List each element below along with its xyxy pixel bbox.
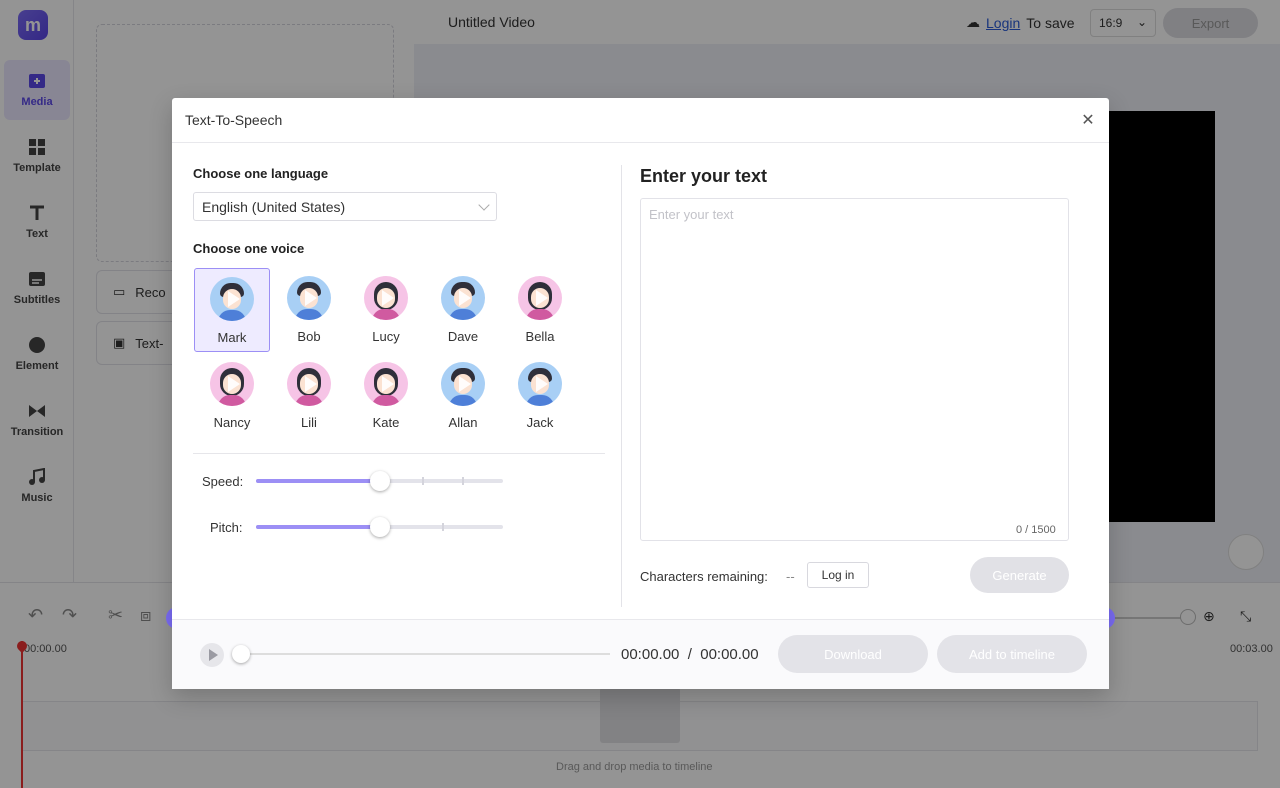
- avatar-body: [526, 395, 554, 406]
- voice-option-bob[interactable]: Bob: [271, 268, 347, 352]
- modal-title: Text-To-Speech: [185, 112, 283, 128]
- characters-remaining-value: --: [786, 569, 795, 584]
- language-label: Choose one language: [193, 166, 329, 181]
- avatar: [287, 276, 331, 320]
- audio-progress-bar[interactable]: [232, 645, 610, 663]
- avatar: [364, 276, 408, 320]
- play-icon[interactable]: [382, 376, 394, 392]
- language-select[interactable]: English (United States): [193, 192, 497, 221]
- voice-name: Bob: [297, 329, 321, 344]
- text-to-speech-modal: Text-To-Speech ✕ Choose one language Eng…: [172, 98, 1109, 689]
- avatar: [441, 362, 485, 406]
- avatar: [287, 362, 331, 406]
- avatar-body: [218, 395, 246, 406]
- download-button[interactable]: Download: [778, 635, 928, 673]
- speed-slider-fill: [256, 479, 380, 483]
- char-count: 0 / 1500: [1016, 524, 1056, 536]
- play-icon[interactable]: [228, 291, 240, 307]
- avatar: [518, 362, 562, 406]
- play-icon[interactable]: [382, 290, 394, 306]
- voice-name: Mark: [217, 330, 247, 345]
- voice-option-lili[interactable]: Lili: [271, 354, 347, 438]
- audio-time: 00:00.00 / 00:00.00: [621, 646, 759, 663]
- avatar-body: [526, 309, 554, 320]
- add-to-timeline-button[interactable]: Add to timeline: [937, 635, 1087, 673]
- slider-tick: [442, 523, 444, 531]
- avatar: [441, 276, 485, 320]
- column-divider: [621, 165, 622, 607]
- play-icon[interactable]: [305, 290, 317, 306]
- voice-name: Allan: [448, 415, 478, 430]
- play-icon[interactable]: [459, 376, 471, 392]
- voice-option-kate[interactable]: Kate: [348, 354, 424, 438]
- voice-name: Kate: [372, 415, 400, 430]
- avatar-body: [295, 309, 323, 320]
- slider-tick: [462, 477, 464, 485]
- play-icon[interactable]: [459, 290, 471, 306]
- voice-option-allan[interactable]: Allan: [425, 354, 501, 438]
- text-input[interactable]: [640, 198, 1069, 541]
- audio-progress-knob[interactable]: [232, 645, 250, 663]
- voice-option-nancy[interactable]: Nancy: [194, 354, 270, 438]
- enter-text-heading: Enter your text: [640, 166, 768, 186]
- avatar-body: [218, 310, 246, 321]
- generate-button[interactable]: Generate: [970, 557, 1069, 593]
- play-icon[interactable]: [305, 376, 317, 392]
- divider: [193, 453, 605, 454]
- language-value: English (United States): [202, 199, 346, 215]
- voice-option-jack[interactable]: Jack: [502, 354, 578, 438]
- voice-option-mark[interactable]: Mark: [194, 268, 270, 352]
- modal-footer: 00:00.00 / 00:00.00 Download Add to time…: [172, 619, 1109, 689]
- voice-option-dave[interactable]: Dave: [425, 268, 501, 352]
- characters-remaining-label: Characters remaining:: [640, 569, 768, 584]
- pitch-slider-knob[interactable]: [369, 517, 390, 537]
- voice-label: Choose one voice: [193, 241, 305, 256]
- avatar-body: [449, 395, 477, 406]
- voice-option-bella[interactable]: Bella: [502, 268, 578, 352]
- voice-name: Nancy: [213, 415, 251, 430]
- play-icon[interactable]: [200, 643, 224, 667]
- chevron-down-icon: [478, 199, 490, 211]
- voice-name: Jack: [526, 415, 554, 430]
- play-icon[interactable]: [228, 376, 240, 392]
- play-icon[interactable]: [536, 290, 548, 306]
- modal-header: Text-To-Speech: [172, 98, 1109, 143]
- slider-tick: [422, 477, 424, 485]
- voice-name: Lili: [301, 415, 317, 430]
- avatar: [210, 277, 254, 321]
- avatar-body: [372, 395, 400, 406]
- pitch-label: Pitch:: [210, 520, 243, 535]
- avatar: [518, 276, 562, 320]
- avatar-body: [449, 309, 477, 320]
- pitch-slider-fill: [256, 525, 380, 529]
- play-icon[interactable]: [536, 376, 548, 392]
- speed-slider[interactable]: [256, 471, 503, 491]
- speed-label: Speed:: [202, 474, 244, 489]
- voice-name: Dave: [447, 329, 479, 344]
- voice-option-lucy[interactable]: Lucy: [348, 268, 424, 352]
- voice-name: Bella: [525, 329, 555, 344]
- pitch-slider[interactable]: [256, 517, 503, 537]
- close-icon[interactable]: ✕: [1079, 111, 1097, 129]
- avatar-body: [372, 309, 400, 320]
- voice-name: Lucy: [372, 329, 400, 344]
- avatar: [210, 362, 254, 406]
- speed-slider-knob[interactable]: [369, 471, 390, 491]
- avatar: [364, 362, 408, 406]
- avatar-body: [295, 395, 323, 406]
- login-button[interactable]: Log in: [807, 562, 869, 588]
